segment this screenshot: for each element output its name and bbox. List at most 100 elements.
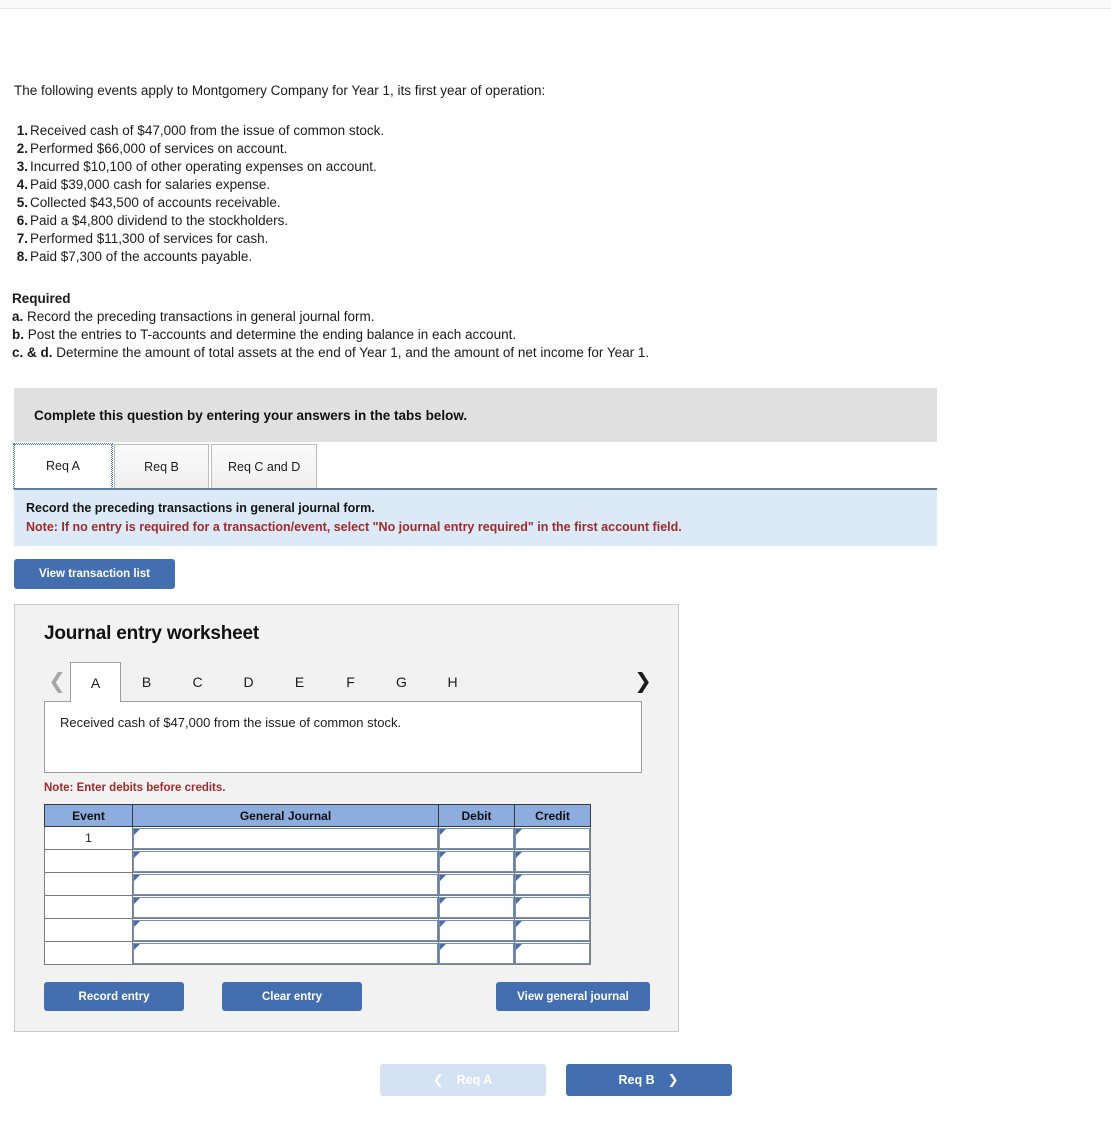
event-item: 8. Paid $7,300 of the accounts payable. [14, 248, 1111, 266]
chevron-right-icon: ❯ [667, 1072, 679, 1088]
required-item-label: c. & d. [12, 345, 53, 360]
worksheet-letter-tabs: ❮ A B C D E F G H ❯ [44, 661, 656, 702]
worksheet-tab-d[interactable]: D [223, 663, 274, 701]
debit-cell [438, 872, 515, 896]
required-heading: Required [12, 291, 71, 306]
tab-req-a[interactable]: Req A [13, 443, 113, 489]
next-req-b-label: Req B [618, 1073, 655, 1087]
event-text: Performed $66,000 of services on account… [30, 141, 288, 156]
event-number: 8. [16, 249, 28, 264]
general-journal-cell [132, 849, 439, 873]
event-text: Paid $39,000 cash for salaries expense. [30, 177, 271, 192]
table-row [44, 918, 591, 942]
instruction-line: Record the preceding transactions in gen… [26, 501, 375, 515]
worksheet-tab-f[interactable]: F [325, 663, 376, 701]
event-number: 4. [16, 177, 28, 192]
view-transaction-list-button[interactable]: View transaction list [14, 559, 175, 589]
account-dropdown[interactable] [133, 896, 438, 918]
general-journal-cell [132, 918, 439, 942]
debit-input[interactable] [439, 827, 514, 849]
prev-req-a-label: Req A [456, 1073, 493, 1087]
table-row: 1 [44, 826, 591, 850]
event-cell: 1 [44, 826, 133, 850]
general-journal-cell [132, 895, 439, 919]
credit-input[interactable] [515, 873, 590, 895]
worksheet-title: Journal entry worksheet [44, 623, 260, 644]
intro-text: The following events apply to Montgomery… [14, 83, 546, 98]
worksheet-tab-b-label: B [141, 674, 152, 690]
required-section: Required a. Record the preceding transac… [12, 290, 1111, 362]
debit-input[interactable] [439, 896, 514, 918]
required-item-text: Post the entries to T-accounts and deter… [27, 327, 517, 342]
chevron-right-icon[interactable]: ❯ [630, 671, 656, 701]
required-item-label: b. [12, 327, 24, 342]
debit-input[interactable] [439, 850, 514, 872]
event-item: 6. Paid a $4,800 dividend to the stockhol… [14, 212, 1111, 230]
bottom-navigation: ❮ Req A Req B ❯ [0, 1064, 1111, 1096]
worksheet-tab-e[interactable]: E [274, 663, 325, 701]
debit-input[interactable] [439, 873, 514, 895]
account-dropdown[interactable] [133, 850, 438, 872]
journal-entry-table: Event General Journal Debit Credit 1 [44, 804, 591, 965]
event-number: 3. [16, 159, 28, 174]
debit-cell [438, 849, 515, 873]
column-header-credit: Credit [514, 804, 591, 827]
debit-cell [438, 895, 515, 919]
account-dropdown[interactable] [133, 873, 438, 895]
table-row [44, 895, 591, 919]
column-header-event: Event [44, 804, 133, 827]
event-cell [44, 918, 133, 942]
complete-question-banner: Complete this question by entering your … [14, 388, 937, 442]
event-item: 2. Performed $66,000 of services on accou… [14, 140, 1111, 158]
tab-req-b[interactable]: Req B [114, 444, 209, 488]
credit-cell [514, 872, 591, 896]
credit-input[interactable] [515, 942, 590, 964]
worksheet-tab-a-label: A [90, 674, 101, 691]
account-dropdown[interactable] [133, 827, 438, 849]
event-item: 4. Paid $39,000 cash for salaries expense… [14, 176, 1111, 194]
journal-entry-worksheet-panel: Journal entry worksheet ❮ A B C D E F G … [14, 604, 679, 1032]
tab-req-c-and-d-label: Req C and D [228, 459, 301, 474]
chevron-left-icon[interactable]: ❮ [44, 671, 70, 701]
event-number: 5. [16, 195, 28, 210]
credit-input[interactable] [515, 850, 590, 872]
tab-req-b-label: Req B [144, 459, 179, 474]
instruction-panel: Record the preceding transactions in gen… [14, 488, 937, 546]
worksheet-tab-g[interactable]: G [376, 663, 427, 701]
table-row [44, 849, 591, 873]
event-text: Collected $43,500 of accounts receivable… [30, 195, 281, 210]
worksheet-tab-c-label: C [192, 674, 203, 690]
view-general-journal-button[interactable]: View general journal [496, 982, 650, 1011]
credit-input[interactable] [515, 827, 590, 849]
transaction-description-text: Received cash of $47,000 from the issue … [60, 715, 402, 730]
tab-req-c-and-d[interactable]: Req C and D [211, 444, 318, 488]
record-entry-button[interactable]: Record entry [44, 982, 184, 1011]
table-row [44, 872, 591, 896]
prev-req-a-button[interactable]: ❮ Req A [379, 1064, 546, 1096]
account-dropdown[interactable] [133, 919, 438, 941]
required-item: b. Post the entries to T-accounts and de… [12, 326, 1111, 344]
clear-entry-button[interactable]: Clear entry [222, 982, 362, 1011]
worksheet-tab-c[interactable]: C [172, 663, 223, 701]
worksheet-tab-b[interactable]: B [121, 663, 172, 701]
required-item: a. Record the preceding transactions in … [12, 308, 1111, 326]
worksheet-tab-h[interactable]: H [427, 663, 478, 701]
account-dropdown[interactable] [133, 942, 438, 964]
credit-input[interactable] [515, 896, 590, 918]
debit-input[interactable] [439, 919, 514, 941]
transaction-description-box: Received cash of $47,000 from the issue … [44, 701, 642, 773]
event-text: Paid $7,300 of the accounts payable. [30, 249, 253, 264]
event-cell [44, 941, 133, 965]
event-text: Incurred $10,100 of other operating expe… [30, 159, 377, 174]
worksheet-tab-a[interactable]: A [70, 662, 121, 702]
next-req-b-button[interactable]: Req B ❯ [565, 1064, 732, 1096]
event-number: 6. [16, 213, 28, 228]
credit-cell [514, 826, 591, 850]
event-text: Received cash of $47,000 from the issue … [30, 123, 385, 138]
required-item: c. & d. Determine the amount of total as… [12, 344, 1111, 362]
required-item-text: Determine the amount of total assets at … [56, 345, 650, 360]
required-item-text: Record the preceding transactions in gen… [27, 309, 375, 324]
debit-input[interactable] [439, 942, 514, 964]
credit-input[interactable] [515, 919, 590, 941]
worksheet-tab-f-label: F [346, 674, 355, 690]
